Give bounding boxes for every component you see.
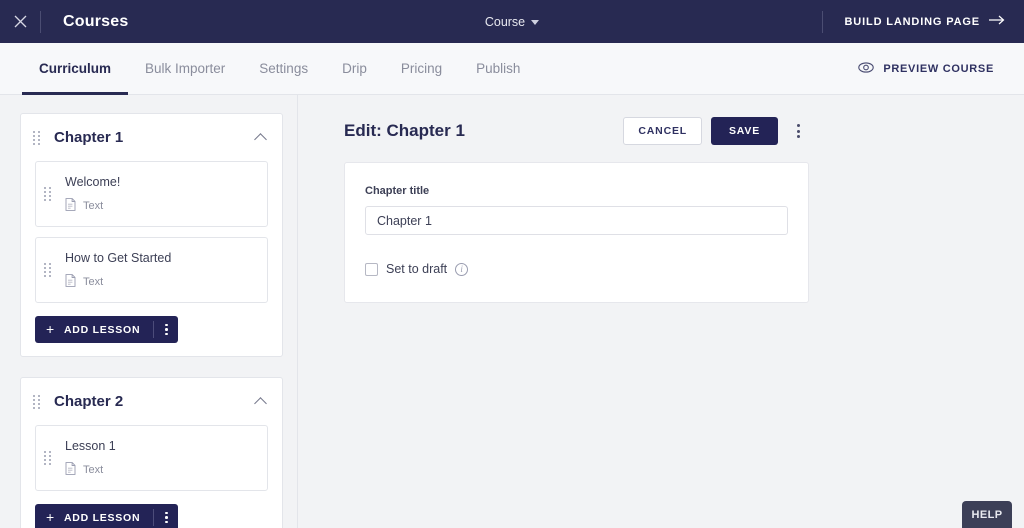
preview-course-label: PREVIEW COURSE: [883, 62, 994, 75]
chapter-header: Chapter 2: [21, 378, 282, 425]
save-button[interactable]: SAVE: [710, 117, 778, 145]
tab-settings[interactable]: Settings: [242, 43, 325, 94]
chevron-down-icon: [531, 20, 540, 25]
lesson-list: Lesson 1 Text: [21, 425, 282, 491]
drag-handle-icon[interactable]: [44, 187, 53, 201]
plus-icon: +: [46, 509, 55, 525]
lesson-name: How to Get Started: [65, 250, 172, 265]
page-title: Courses: [63, 12, 129, 30]
kebab-menu-icon[interactable]: [787, 117, 809, 145]
chevron-up-icon[interactable]: [255, 131, 268, 144]
tab-curriculum[interactable]: Curriculum: [22, 43, 129, 95]
add-lesson-wrapper: + ADD LESSON: [21, 313, 282, 343]
preview-course-button[interactable]: PREVIEW COURSE: [858, 43, 1024, 94]
drag-handle-icon[interactable]: [44, 263, 53, 277]
chapter-header: Chapter 1: [21, 114, 282, 161]
lesson-type: Text: [65, 461, 116, 478]
add-lesson-label: ADD LESSON: [63, 511, 141, 524]
set-to-draft-label: Set to draft: [386, 262, 448, 276]
info-icon[interactable]: i: [455, 262, 469, 276]
tab-publish[interactable]: Publish: [459, 43, 537, 94]
drag-handle-icon[interactable]: [33, 394, 42, 409]
lesson-type-label: Text: [83, 463, 104, 476]
tab-pricing[interactable]: Pricing: [384, 43, 459, 94]
text-document-icon: [65, 461, 76, 478]
chevron-up-icon[interactable]: [255, 395, 268, 408]
lesson-body: How to Get Started Text: [65, 251, 171, 290]
cancel-button[interactable]: CANCEL: [623, 117, 702, 145]
arrow-right-icon: [989, 15, 1006, 28]
chapter-title: Chapter 2: [54, 393, 124, 410]
lesson-type: Text: [65, 273, 171, 290]
build-landing-page-label: BUILD LANDING PAGE: [844, 15, 980, 28]
plus-icon: +: [46, 321, 55, 337]
tab-publish-label: Publish: [476, 61, 521, 76]
tab-drip-label: Drip: [342, 61, 367, 76]
tab-bulk-importer[interactable]: Bulk Importer: [128, 43, 242, 94]
drag-handle-icon[interactable]: [33, 130, 42, 145]
drag-handle-icon[interactable]: [44, 451, 53, 465]
add-lesson-button[interactable]: + ADD LESSON: [35, 316, 179, 343]
eye-icon: [858, 61, 875, 76]
main-content: Edit: Chapter 1 CANCEL SAVE Chapter titl…: [298, 95, 1024, 528]
chapter-card: Chapter 1 Welcome! Text How to Get Start…: [20, 113, 283, 357]
help-button[interactable]: HELP: [962, 501, 1012, 528]
top-bar-left: Courses: [0, 0, 128, 43]
kebab-menu-icon[interactable]: [154, 316, 178, 343]
chapter-title-input[interactable]: [365, 206, 788, 235]
tab-pricing-label: Pricing: [400, 61, 443, 76]
set-to-draft-row: Set to draft i: [365, 262, 788, 276]
top-bar-right: BUILD LANDING PAGE: [821, 0, 1024, 43]
add-lesson-wrapper: + ADD LESSON: [21, 501, 282, 528]
tab-settings-label: Settings: [259, 61, 309, 76]
top-bar: Courses Course BUILD LANDING PAGE: [0, 0, 1024, 43]
edit-heading: Edit: Chapter 1: [344, 121, 465, 140]
course-dropdown[interactable]: Course: [484, 14, 540, 29]
tab-list: Curriculum Bulk Importer Settings Drip P…: [0, 43, 537, 95]
lesson-body: Lesson 1 Text: [65, 439, 116, 478]
tab-drip[interactable]: Drip: [325, 43, 384, 94]
body-wrapper: Chapter 1 Welcome! Text How to Get Start…: [0, 95, 1024, 528]
list-item[interactable]: Lesson 1 Text: [35, 425, 268, 491]
lesson-type-label: Text: [83, 275, 104, 288]
lesson-type: Text: [65, 197, 120, 214]
list-item[interactable]: How to Get Started Text: [35, 237, 268, 303]
tab-bar: Curriculum Bulk Importer Settings Drip P…: [0, 43, 1024, 95]
text-document-icon: [65, 273, 76, 290]
edit-header: Edit: Chapter 1 CANCEL SAVE: [344, 117, 809, 145]
chapter-title-label: Chapter title: [365, 185, 430, 197]
kebab-menu-icon[interactable]: [154, 504, 178, 528]
lesson-list: Welcome! Text How to Get Started Text: [21, 161, 282, 303]
tab-bulk-importer-label: Bulk Importer: [145, 61, 226, 76]
text-document-icon: [65, 197, 76, 214]
tab-curriculum-label: Curriculum: [39, 61, 112, 76]
add-lesson-button[interactable]: + ADD LESSON: [35, 504, 179, 528]
curriculum-sidebar: Chapter 1 Welcome! Text How to Get Start…: [0, 95, 298, 528]
add-lesson-main[interactable]: + ADD LESSON: [35, 316, 153, 343]
header-actions: CANCEL SAVE: [623, 117, 809, 145]
top-bar-divider: [40, 10, 41, 33]
close-icon[interactable]: [0, 0, 40, 43]
lesson-body: Welcome! Text: [65, 175, 120, 214]
list-item[interactable]: Welcome! Text: [35, 161, 268, 227]
chapter-edit-card: Chapter title Set to draft i: [344, 162, 809, 303]
add-lesson-label: ADD LESSON: [63, 323, 141, 336]
chapter-card: Chapter 2 Lesson 1 Text + ADD LESSON: [20, 377, 283, 528]
build-landing-page-button[interactable]: BUILD LANDING PAGE: [845, 15, 1006, 28]
add-lesson-main[interactable]: + ADD LESSON: [35, 504, 153, 528]
lesson-type-label: Text: [83, 199, 104, 212]
top-bar-divider-right: [821, 10, 823, 33]
lesson-name: Welcome!: [65, 174, 121, 189]
lesson-name: Lesson 1: [65, 438, 116, 453]
course-dropdown-label: Course: [484, 14, 526, 29]
chapter-title: Chapter 1: [54, 129, 124, 146]
set-to-draft-checkbox[interactable]: [365, 262, 378, 276]
